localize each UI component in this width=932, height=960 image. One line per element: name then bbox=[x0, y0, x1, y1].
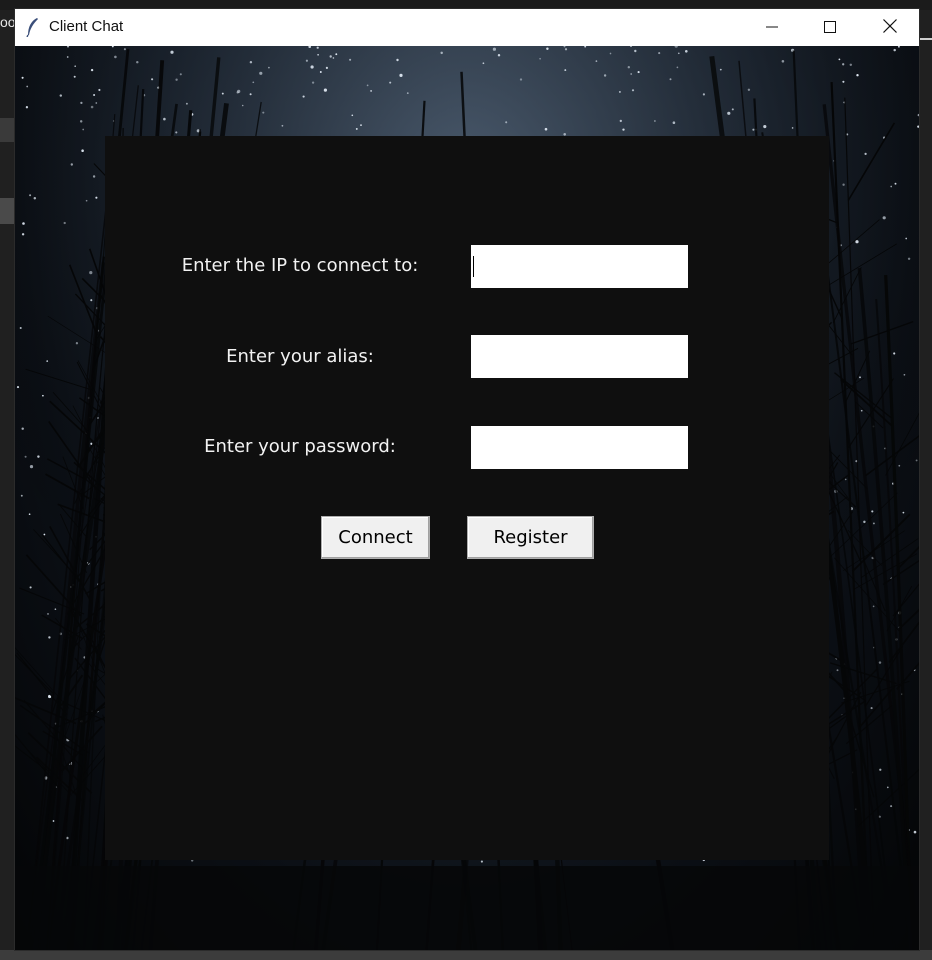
background-window-element bbox=[0, 118, 14, 142]
window-title: Client Chat bbox=[49, 18, 124, 35]
close-icon bbox=[883, 18, 897, 37]
client-area: Enter the IP to connect to: Enter your a… bbox=[15, 46, 919, 950]
text-caret bbox=[473, 256, 474, 277]
register-button[interactable]: Register bbox=[467, 516, 594, 559]
password-input[interactable] bbox=[471, 426, 688, 469]
alias-label: Enter your alias: bbox=[226, 346, 374, 367]
connect-button[interactable]: Connect bbox=[321, 516, 430, 559]
minimize-button[interactable] bbox=[743, 9, 801, 46]
ip-input[interactable] bbox=[471, 245, 688, 288]
background-window-element bbox=[0, 198, 14, 224]
ip-label: Enter the IP to connect to: bbox=[181, 255, 419, 276]
alias-input[interactable] bbox=[471, 335, 688, 378]
password-label: Enter your password: bbox=[204, 436, 396, 457]
title-bar[interactable]: Client Chat bbox=[15, 9, 919, 46]
background-window-element bbox=[919, 38, 932, 40]
maximize-button[interactable] bbox=[801, 9, 859, 46]
desktop-bottom-strip bbox=[0, 950, 932, 960]
minimize-icon bbox=[766, 18, 778, 37]
background-window-label: oo bbox=[0, 14, 14, 30]
client-chat-window: Client Chat Enter the IP to connect to: … bbox=[15, 9, 919, 950]
feather-icon bbox=[25, 17, 41, 38]
close-button[interactable] bbox=[861, 9, 919, 46]
maximize-icon bbox=[824, 18, 836, 37]
login-panel: Enter the IP to connect to: Enter your a… bbox=[105, 136, 829, 860]
